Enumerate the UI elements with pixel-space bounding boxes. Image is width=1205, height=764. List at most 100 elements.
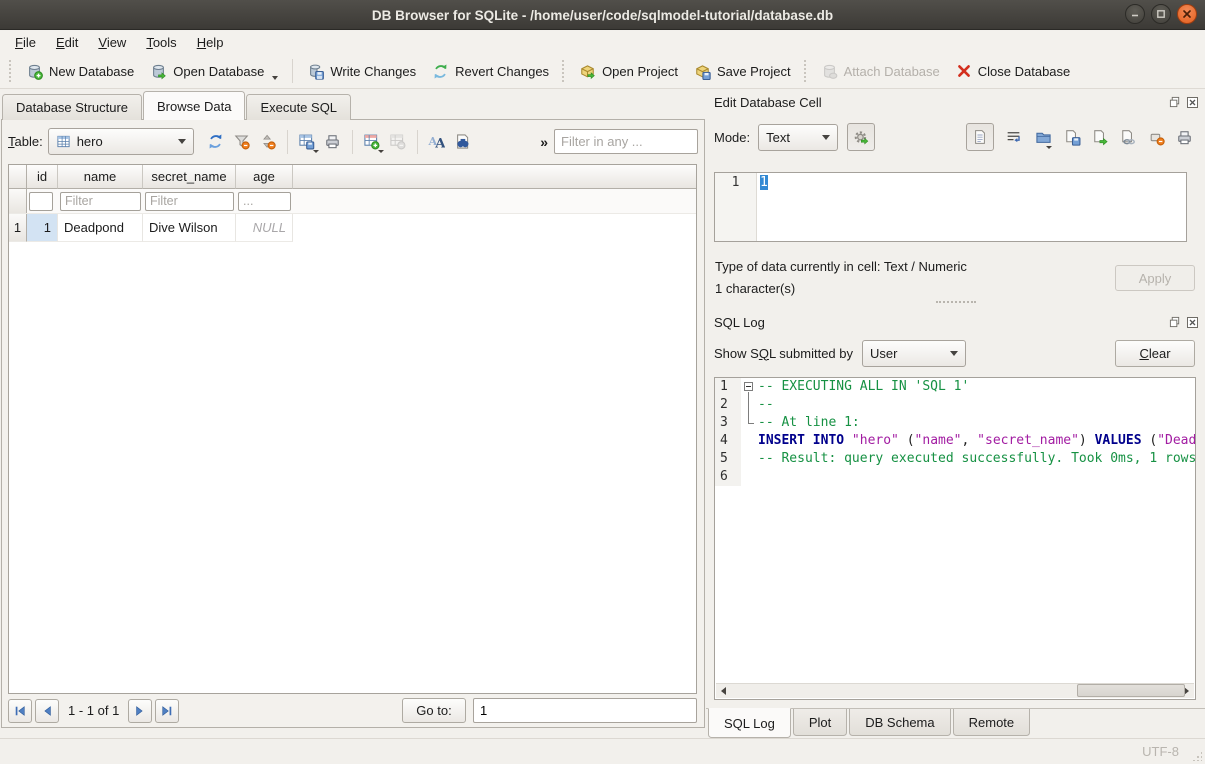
open-database-dropdown-caret[interactable] (272, 76, 278, 80)
next-record-button[interactable] (128, 699, 152, 723)
goto-button[interactable]: Go to: (402, 698, 466, 723)
horizontal-scrollbar[interactable] (716, 683, 1194, 698)
new-database-button[interactable]: New Database (18, 57, 142, 86)
cell-editor[interactable]: 1 1 (714, 172, 1187, 242)
edit-cell-dock-header: Edit Database Cell (706, 91, 1205, 113)
filter-input-age[interactable] (238, 192, 291, 211)
close-icon (1182, 9, 1192, 19)
print-table-button[interactable] (320, 128, 346, 155)
mode-select[interactable]: Text (758, 124, 838, 151)
minimize-button[interactable] (1125, 4, 1145, 24)
close-database-button[interactable]: Close Database (948, 57, 1079, 86)
filter-input-id[interactable] (29, 192, 53, 211)
scrollbar-track[interactable] (731, 684, 1179, 698)
export-text-icon[interactable] (1064, 129, 1081, 146)
tab-browse-data[interactable]: Browse Data (143, 91, 245, 120)
previous-record-button[interactable] (35, 699, 59, 723)
grid-row-filler (293, 214, 696, 242)
tab-sql-log[interactable]: SQL Log (708, 708, 791, 738)
open-database-icon (150, 63, 167, 80)
fold-marker[interactable] (741, 378, 758, 396)
word-wrap-icon[interactable] (1005, 129, 1022, 146)
export-table-button[interactable] (294, 128, 320, 155)
toolbar-overflow-chevron[interactable]: » (540, 134, 548, 150)
maximize-button[interactable] (1151, 4, 1171, 24)
float-icon (1169, 316, 1181, 328)
column-header-secret-name[interactable]: secret_name (143, 165, 236, 189)
cell-name[interactable]: Deadpond (58, 214, 143, 242)
filter-input-name[interactable] (60, 192, 141, 211)
chevron-down-icon (378, 150, 384, 153)
menu-view[interactable]: View (88, 32, 136, 53)
edit-cell-title: Edit Database Cell (714, 95, 822, 110)
splitter-handle[interactable] (936, 301, 976, 303)
goto-input[interactable] (473, 698, 697, 723)
close-panel-button[interactable] (1185, 315, 1199, 329)
toolbar-grip (9, 60, 13, 82)
clear-filters-button[interactable] (229, 128, 255, 155)
open-external-icon[interactable] (1092, 129, 1109, 146)
line-number: 3 (715, 414, 741, 432)
write-changes-button[interactable]: Write Changes (299, 57, 424, 86)
tab-plot[interactable]: Plot (793, 709, 847, 736)
revert-changes-button[interactable]: Revert Changes (424, 57, 557, 86)
last-record-button[interactable] (155, 699, 179, 723)
cell-age[interactable]: NULL (236, 214, 293, 242)
insert-record-button[interactable] (359, 128, 385, 155)
filter-any-input[interactable] (554, 129, 698, 154)
grid-filter-row (9, 189, 696, 214)
close-icon (1187, 317, 1198, 328)
tab-execute-sql[interactable]: Execute SQL (246, 94, 351, 120)
filter-input-secret-name[interactable] (145, 192, 234, 211)
tab-db-schema[interactable]: DB Schema (849, 709, 950, 736)
toolbar-separator (352, 130, 353, 154)
cell-secret-name[interactable]: Dive Wilson (143, 214, 236, 242)
open-project-button[interactable]: Open Project (571, 57, 686, 86)
find-replace-button[interactable] (450, 128, 476, 155)
column-header-age[interactable]: age (236, 165, 293, 189)
sql-log-editor[interactable]: 1-- EXECUTING ALL IN 'SQL 1' 2-- 3-- At … (714, 377, 1196, 700)
menu-file[interactable]: File (5, 32, 46, 53)
print-cell-icon[interactable] (1176, 129, 1193, 146)
float-panel-button[interactable] (1168, 95, 1182, 109)
menu-edit[interactable]: Edit (46, 32, 88, 53)
font-button[interactable]: A A (424, 128, 450, 155)
close-panel-button[interactable] (1185, 95, 1199, 109)
scrollbar-thumb[interactable] (1077, 684, 1185, 697)
open-database-button[interactable]: Open Database (142, 57, 286, 86)
sql-source-select[interactable]: User (862, 340, 966, 367)
float-panel-button[interactable] (1168, 315, 1182, 329)
encoding-indicator[interactable]: UTF-8 (1142, 744, 1205, 759)
menu-tools[interactable]: Tools (136, 32, 186, 53)
grid-corner[interactable] (9, 165, 27, 189)
fold-margin (741, 468, 758, 486)
window-title: DB Browser for SQLite - /home/user/code/… (0, 0, 1205, 30)
copy-link-icon[interactable] (1120, 129, 1137, 146)
set-null-icon[interactable] (1148, 129, 1165, 146)
table-select-value: hero (77, 134, 103, 149)
export-table-icon (298, 133, 315, 150)
cell-editor-content[interactable]: 1 (760, 175, 768, 190)
folder-open-icon (1035, 129, 1052, 146)
bottom-tab-bar: SQL Log Plot DB Schema Remote (706, 708, 1205, 738)
clear-sorting-button[interactable] (255, 128, 281, 155)
close-database-icon (956, 63, 972, 79)
scroll-left-arrow[interactable] (716, 684, 731, 698)
text-mode-toggle[interactable] (966, 123, 994, 151)
table-select[interactable]: hero (48, 128, 194, 155)
delete-record-button (385, 128, 411, 155)
refresh-button[interactable] (203, 128, 229, 155)
first-record-button[interactable] (8, 699, 32, 723)
clear-log-button[interactable]: Clear (1115, 340, 1195, 367)
tab-remote[interactable]: Remote (953, 709, 1031, 736)
column-header-name[interactable]: name (58, 165, 143, 189)
save-project-button[interactable]: Save Project (686, 57, 799, 86)
close-button[interactable] (1177, 4, 1197, 24)
menu-help[interactable]: Help (187, 32, 234, 53)
title-bar: DB Browser for SQLite - /home/user/code/… (0, 0, 1205, 30)
column-header-id[interactable]: id (27, 165, 58, 189)
auto-switch-mode-button[interactable] (847, 123, 875, 151)
cell-id[interactable]: 1 (27, 214, 58, 242)
tab-database-structure[interactable]: Database Structure (2, 94, 142, 120)
import-text-button[interactable] (1033, 124, 1053, 151)
